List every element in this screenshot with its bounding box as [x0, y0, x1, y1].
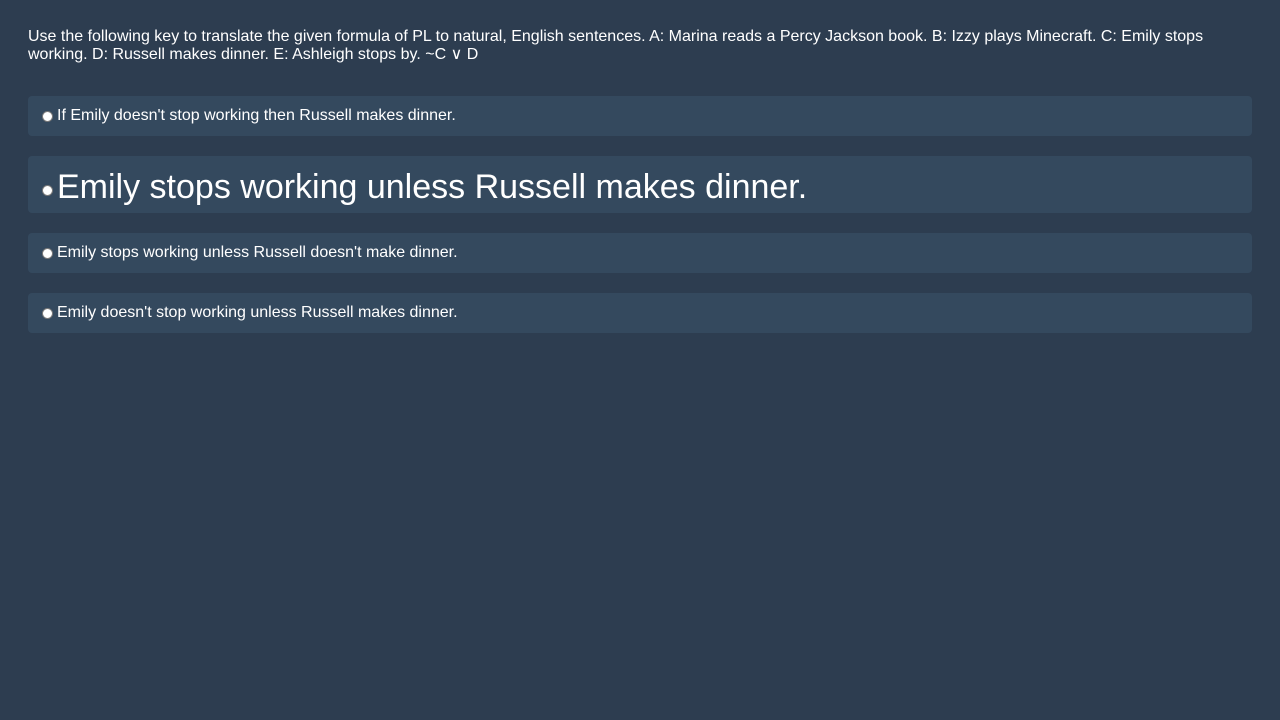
radio-button-option-2[interactable]: [42, 185, 53, 196]
radio-button-option-3[interactable]: [42, 247, 53, 259]
radio-button-option-4[interactable]: [42, 307, 53, 319]
question-text: Use the following key to translate the g…: [28, 28, 1204, 63]
answer-option-1[interactable]: If Emily doesn't stop working then Russe…: [28, 96, 1252, 136]
answer-option-3-label: Emily stops working unless Russell doesn…: [57, 244, 458, 261]
radio-button-option-1[interactable]: [42, 110, 53, 122]
answer-option-4[interactable]: Emily doesn't stop working unless Russel…: [28, 293, 1252, 333]
answer-option-2[interactable]: Emily stops working unless Russell makes…: [28, 156, 1252, 213]
quiz-container: Use the following key to translate the g…: [28, 28, 1252, 353]
answer-option-2-label: Emily stops working unless Russell makes…: [57, 168, 808, 206]
answer-option-3[interactable]: Emily stops working unless Russell doesn…: [28, 233, 1252, 273]
answer-option-4-label: Emily doesn't stop working unless Russel…: [57, 304, 458, 321]
answer-option-1-label: If Emily doesn't stop working then Russe…: [57, 107, 456, 124]
